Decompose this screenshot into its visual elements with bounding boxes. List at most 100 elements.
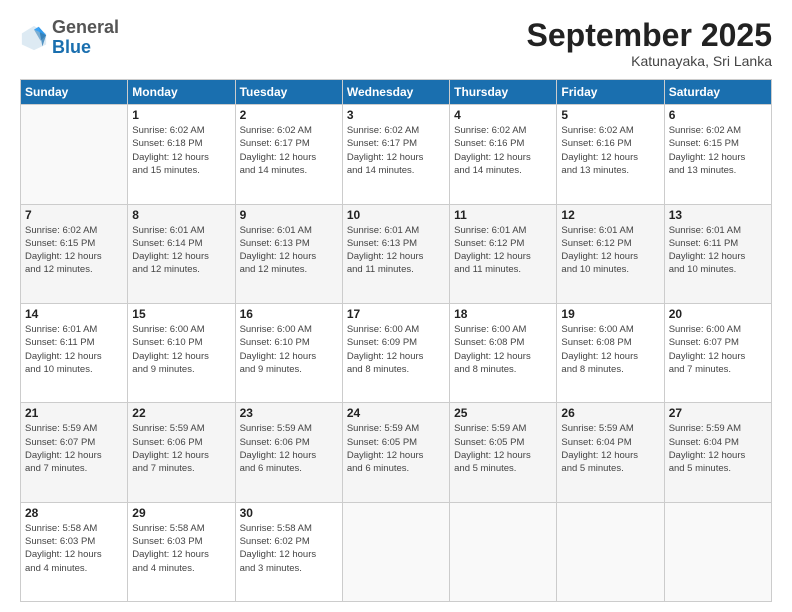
- day-info: Sunrise: 5:59 AM Sunset: 6:07 PM Dayligh…: [25, 422, 123, 475]
- calendar-cell: 23 Sunrise: 5:59 AM Sunset: 6:06 PM Dayli…: [235, 403, 342, 502]
- day-info: Sunrise: 6:01 AM Sunset: 6:11 PM Dayligh…: [25, 323, 123, 376]
- day-number: 29: [132, 506, 230, 520]
- calendar-cell: 26Sunrise: 5:59 AM Sunset: 6:04 PM Dayli…: [557, 403, 664, 502]
- header-thursday: Thursday: [450, 80, 557, 105]
- day-info: Sunrise: 6:01 AM Sunset: 6:13 PM Dayligh…: [240, 224, 338, 277]
- day-info: Sunrise: 6:02 AM Sunset: 6:16 PM Dayligh…: [561, 124, 659, 177]
- day-info: Sunrise: 6:00 AM Sunset: 6:09 PM Dayligh…: [347, 323, 445, 376]
- day-number: 27: [669, 406, 767, 420]
- location: Katunayaka, Sri Lanka: [527, 53, 772, 69]
- week-row-1: 7Sunrise: 6:02 AM Sunset: 6:15 PM Daylig…: [21, 204, 772, 303]
- week-row-3: 21 Sunrise: 5:59 AM Sunset: 6:07 PM Dayli…: [21, 403, 772, 502]
- calendar-cell: 28 Sunrise: 5:58 AM Sunset: 6:03 PM Dayli…: [21, 502, 128, 601]
- day-number: 8: [132, 208, 230, 222]
- logo-blue: Blue: [52, 37, 91, 57]
- day-number: 11: [454, 208, 552, 222]
- day-info: Sunrise: 6:00 AM Sunset: 6:07 PM Dayligh…: [669, 323, 767, 376]
- header-tuesday: Tuesday: [235, 80, 342, 105]
- day-number: 3: [347, 108, 445, 122]
- calendar-cell: [21, 105, 128, 204]
- day-number: 16: [240, 307, 338, 321]
- day-info: Sunrise: 6:02 AM Sunset: 6:16 PM Dayligh…: [454, 124, 552, 177]
- calendar-cell: 16 Sunrise: 6:00 AM Sunset: 6:10 PM Dayli…: [235, 303, 342, 402]
- day-number: 2: [240, 108, 338, 122]
- calendar-cell: [557, 502, 664, 601]
- day-number: 6: [669, 108, 767, 122]
- week-row-0: 1 Sunrise: 6:02 AM Sunset: 6:18 PM Daylig…: [21, 105, 772, 204]
- calendar-cell: 25 Sunrise: 5:59 AM Sunset: 6:05 PM Dayli…: [450, 403, 557, 502]
- calendar-cell: 13 Sunrise: 6:01 AM Sunset: 6:11 PM Dayli…: [664, 204, 771, 303]
- calendar-cell: 21 Sunrise: 5:59 AM Sunset: 6:07 PM Dayli…: [21, 403, 128, 502]
- calendar-cell: 27 Sunrise: 5:59 AM Sunset: 6:04 PM Dayli…: [664, 403, 771, 502]
- day-number: 20: [669, 307, 767, 321]
- logo-general: General: [52, 17, 119, 37]
- day-number: 12: [561, 208, 659, 222]
- header-friday: Friday: [557, 80, 664, 105]
- day-info: Sunrise: 6:00 AM Sunset: 6:08 PM Dayligh…: [561, 323, 659, 376]
- month-title: September 2025: [527, 18, 772, 53]
- header: General Blue September 2025 Katunayaka, …: [20, 18, 772, 69]
- day-info: Sunrise: 6:00 AM Sunset: 6:10 PM Dayligh…: [132, 323, 230, 376]
- calendar-cell: 5 Sunrise: 6:02 AM Sunset: 6:16 PM Daylig…: [557, 105, 664, 204]
- day-number: 28: [25, 506, 123, 520]
- calendar-cell: [342, 502, 449, 601]
- header-wednesday: Wednesday: [342, 80, 449, 105]
- day-info: Sunrise: 5:59 AM Sunset: 6:05 PM Dayligh…: [347, 422, 445, 475]
- calendar-cell: 9 Sunrise: 6:01 AM Sunset: 6:13 PM Daylig…: [235, 204, 342, 303]
- day-info: Sunrise: 5:59 AM Sunset: 6:06 PM Dayligh…: [240, 422, 338, 475]
- day-number: 21: [25, 406, 123, 420]
- weekday-header-row: Sunday Monday Tuesday Wednesday Thursday…: [21, 80, 772, 105]
- calendar: Sunday Monday Tuesday Wednesday Thursday…: [20, 79, 772, 602]
- calendar-cell: 8 Sunrise: 6:01 AM Sunset: 6:14 PM Daylig…: [128, 204, 235, 303]
- day-info: Sunrise: 6:02 AM Sunset: 6:17 PM Dayligh…: [347, 124, 445, 177]
- week-row-4: 28 Sunrise: 5:58 AM Sunset: 6:03 PM Dayli…: [21, 502, 772, 601]
- day-number: 24: [347, 406, 445, 420]
- day-info: Sunrise: 6:01 AM Sunset: 6:12 PM Dayligh…: [454, 224, 552, 277]
- day-number: 7: [25, 208, 123, 222]
- logo: General Blue: [20, 18, 119, 58]
- day-number: 17: [347, 307, 445, 321]
- calendar-cell: 12Sunrise: 6:01 AM Sunset: 6:12 PM Dayli…: [557, 204, 664, 303]
- day-info: Sunrise: 6:01 AM Sunset: 6:11 PM Dayligh…: [669, 224, 767, 277]
- calendar-cell: 3 Sunrise: 6:02 AM Sunset: 6:17 PM Daylig…: [342, 105, 449, 204]
- day-number: 14: [25, 307, 123, 321]
- calendar-cell: 19Sunrise: 6:00 AM Sunset: 6:08 PM Dayli…: [557, 303, 664, 402]
- day-info: Sunrise: 5:59 AM Sunset: 6:04 PM Dayligh…: [669, 422, 767, 475]
- day-info: Sunrise: 5:58 AM Sunset: 6:03 PM Dayligh…: [132, 522, 230, 575]
- day-info: Sunrise: 6:02 AM Sunset: 6:18 PM Dayligh…: [132, 124, 230, 177]
- calendar-cell: 7Sunrise: 6:02 AM Sunset: 6:15 PM Daylig…: [21, 204, 128, 303]
- day-info: Sunrise: 6:02 AM Sunset: 6:15 PM Dayligh…: [669, 124, 767, 177]
- calendar-cell: [664, 502, 771, 601]
- calendar-cell: 22 Sunrise: 5:59 AM Sunset: 6:06 PM Dayli…: [128, 403, 235, 502]
- day-number: 23: [240, 406, 338, 420]
- calendar-cell: 1 Sunrise: 6:02 AM Sunset: 6:18 PM Daylig…: [128, 105, 235, 204]
- day-number: 30: [240, 506, 338, 520]
- day-number: 15: [132, 307, 230, 321]
- day-number: 4: [454, 108, 552, 122]
- calendar-cell: 6 Sunrise: 6:02 AM Sunset: 6:15 PM Daylig…: [664, 105, 771, 204]
- title-block: September 2025 Katunayaka, Sri Lanka: [527, 18, 772, 69]
- day-number: 13: [669, 208, 767, 222]
- calendar-cell: 4 Sunrise: 6:02 AM Sunset: 6:16 PM Daylig…: [450, 105, 557, 204]
- header-monday: Monday: [128, 80, 235, 105]
- day-number: 25: [454, 406, 552, 420]
- day-info: Sunrise: 5:59 AM Sunset: 6:05 PM Dayligh…: [454, 422, 552, 475]
- calendar-cell: 30 Sunrise: 5:58 AM Sunset: 6:02 PM Dayli…: [235, 502, 342, 601]
- day-info: Sunrise: 5:58 AM Sunset: 6:03 PM Dayligh…: [25, 522, 123, 575]
- day-info: Sunrise: 5:58 AM Sunset: 6:02 PM Dayligh…: [240, 522, 338, 575]
- day-number: 1: [132, 108, 230, 122]
- day-info: Sunrise: 6:01 AM Sunset: 6:14 PM Dayligh…: [132, 224, 230, 277]
- day-info: Sunrise: 5:59 AM Sunset: 6:06 PM Dayligh…: [132, 422, 230, 475]
- header-sunday: Sunday: [21, 80, 128, 105]
- day-number: 5: [561, 108, 659, 122]
- calendar-cell: 11 Sunrise: 6:01 AM Sunset: 6:12 PM Dayli…: [450, 204, 557, 303]
- day-info: Sunrise: 6:00 AM Sunset: 6:10 PM Dayligh…: [240, 323, 338, 376]
- calendar-cell: [450, 502, 557, 601]
- calendar-cell: 29 Sunrise: 5:58 AM Sunset: 6:03 PM Dayli…: [128, 502, 235, 601]
- week-row-2: 14 Sunrise: 6:01 AM Sunset: 6:11 PM Dayli…: [21, 303, 772, 402]
- day-number: 22: [132, 406, 230, 420]
- day-number: 9: [240, 208, 338, 222]
- calendar-cell: 24 Sunrise: 5:59 AM Sunset: 6:05 PM Dayli…: [342, 403, 449, 502]
- logo-text: General Blue: [52, 18, 119, 58]
- day-info: Sunrise: 6:02 AM Sunset: 6:17 PM Dayligh…: [240, 124, 338, 177]
